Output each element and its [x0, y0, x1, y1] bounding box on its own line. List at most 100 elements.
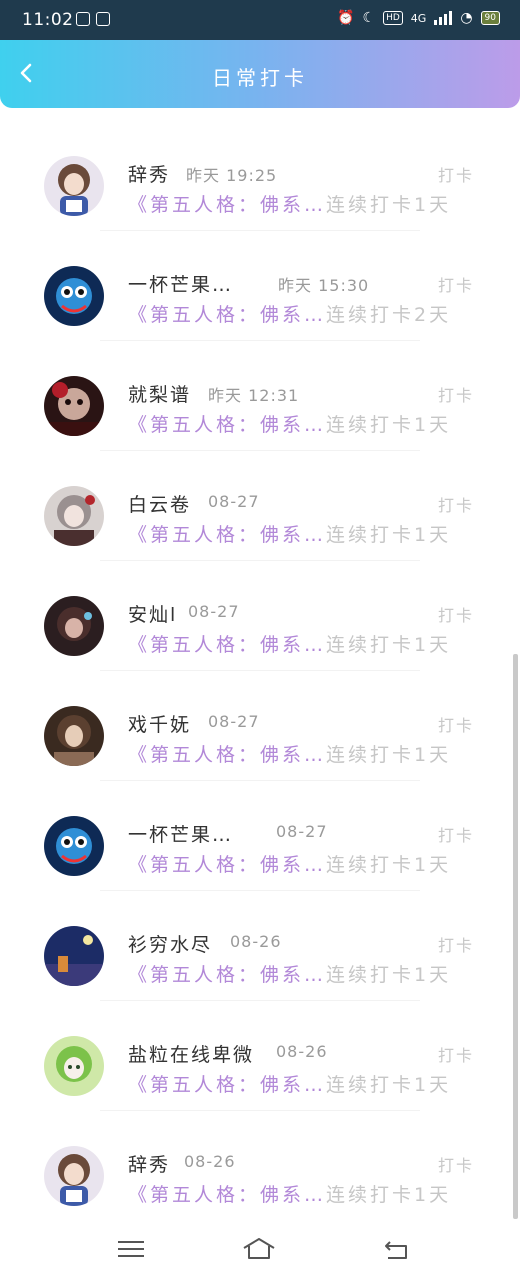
avatar[interactable]: [44, 156, 104, 216]
avatar[interactable]: [44, 486, 104, 546]
checkin-time: 08-26: [276, 1042, 328, 1061]
user-name: 辞秀: [128, 1154, 171, 1176]
checkin-detail: 《第五人格：佛系…连续打卡1天: [128, 850, 451, 877]
alarm-icon: ⏰: [337, 10, 355, 26]
list-item[interactable]: 衫穷水尽 08-26 打卡 《第五人格：佛系…连续打卡1天: [0, 894, 520, 1004]
book-title[interactable]: 《第五人格：佛系…: [128, 964, 326, 986]
avatar[interactable]: [44, 376, 104, 436]
checkin-tag: 打卡: [437, 826, 474, 845]
book-title[interactable]: 《第五人格：佛系…: [128, 524, 326, 546]
book-title[interactable]: 《第五人格：佛系…: [128, 634, 326, 656]
signal-icon: [434, 11, 453, 25]
hd-badge: HD: [383, 11, 403, 25]
checkin-tag: 打卡: [437, 386, 474, 405]
avatar[interactable]: [44, 706, 104, 766]
streak-text: 连续打卡1天: [326, 964, 452, 986]
status-indicators: ⏰ ☾ HD 4G ◔ 90: [337, 10, 500, 26]
home-icon[interactable]: [242, 1234, 276, 1264]
streak-text: 连续打卡1天: [326, 854, 452, 876]
streak-text: 连续打卡1天: [326, 634, 452, 656]
checkin-detail: 《第五人格：佛系…连续打卡1天: [128, 410, 451, 437]
checkin-time: 昨天 19:25: [186, 166, 278, 185]
checkin-time: 08-26: [184, 1152, 236, 1171]
list-item[interactable]: 安灿l 08-27 打卡 《第五人格：佛系…连续打卡1天: [0, 564, 520, 674]
system-nav-bar: [0, 1222, 520, 1280]
status-bar: 11:02 ⏰ ☾ HD 4G ◔ 90: [0, 0, 520, 40]
checkin-time: 08-27: [208, 712, 260, 731]
app-notification-icon: [76, 12, 90, 26]
streak-text: 连续打卡2天: [326, 304, 452, 326]
user-name: 辞秀: [128, 164, 171, 186]
checkin-detail: 《第五人格：佛系…连续打卡2天: [128, 300, 451, 327]
book-title[interactable]: 《第五人格：佛系…: [128, 1074, 326, 1096]
user-name: 衫穷水尽: [128, 934, 213, 956]
checkin-tag: 打卡: [437, 1046, 474, 1065]
divider: [100, 1000, 420, 1001]
checkin-detail: 《第五人格：佛系…连续打卡1天: [128, 630, 451, 657]
checkin-time: 昨天 12:31: [208, 386, 300, 405]
checkin-time: 08-26: [230, 932, 282, 951]
divider: [100, 230, 420, 231]
battery-icon: 90: [480, 11, 500, 25]
streak-text: 连续打卡1天: [326, 524, 452, 546]
list-item[interactable]: 一杯芒果… 08-27 打卡 《第五人格：佛系…连续打卡1天: [0, 784, 520, 894]
checkin-tag: 打卡: [437, 716, 474, 735]
list-item[interactable]: 一杯芒果… 昨天 15:30 打卡 《第五人格：佛系…连续打卡2天: [0, 234, 520, 344]
checkin-time: 08-27: [188, 602, 240, 621]
list-item[interactable]: 盐粒在线卑微 08-26 打卡 《第五人格：佛系…连续打卡1天: [0, 1004, 520, 1114]
list-item[interactable]: 戏千妩 08-27 打卡 《第五人格：佛系…连续打卡1天: [0, 674, 520, 784]
page-title: 日常打卡: [212, 66, 308, 90]
checkin-tag: 打卡: [437, 1156, 474, 1175]
checkin-time: 08-27: [208, 492, 260, 511]
avatar[interactable]: [44, 1036, 104, 1096]
avatar[interactable]: [44, 266, 104, 326]
divider: [100, 450, 420, 451]
checkin-detail: 《第五人格：佛系…连续打卡1天: [128, 740, 451, 767]
checkin-detail: 《第五人格：佛系…连续打卡1天: [128, 960, 451, 987]
streak-text: 连续打卡1天: [326, 414, 452, 436]
avatar[interactable]: [44, 1146, 104, 1206]
checkin-detail: 《第五人格：佛系…连续打卡1天: [128, 190, 451, 217]
network-label: 4G: [410, 11, 427, 25]
checkin-tag: 打卡: [437, 936, 474, 955]
list-item[interactable]: 辞秀 08-26 打卡 《第五人格：佛系…连续打卡1天: [0, 1114, 520, 1224]
back-nav-icon[interactable]: [380, 1234, 414, 1264]
book-title[interactable]: 《第五人格：佛系…: [128, 304, 326, 326]
streak-text: 连续打卡1天: [326, 1184, 452, 1206]
divider: [100, 560, 420, 561]
divider: [100, 340, 420, 341]
list-item[interactable]: 辞秀 昨天 19:25 打卡 《第五人格：佛系…连续打卡1天: [0, 124, 520, 234]
moon-icon: ☾: [362, 10, 376, 26]
streak-text: 连续打卡1天: [326, 744, 452, 766]
checkin-tag: 打卡: [437, 166, 474, 185]
avatar[interactable]: [44, 926, 104, 986]
status-time: 11:02: [22, 10, 74, 30]
avatar[interactable]: [44, 816, 104, 876]
paw-notification-icon: [96, 12, 110, 26]
avatar[interactable]: [44, 596, 104, 656]
list-item[interactable]: 就梨谱 昨天 12:31 打卡 《第五人格：佛系…连续打卡1天: [0, 344, 520, 454]
notification-icons: [76, 12, 110, 26]
divider: [100, 780, 420, 781]
menu-icon[interactable]: [114, 1234, 148, 1264]
divider: [100, 670, 420, 671]
list-item[interactable]: 白云卷 08-27 打卡 《第五人格：佛系…连续打卡1天: [0, 454, 520, 564]
user-name: 一杯芒果…: [128, 274, 234, 296]
book-title[interactable]: 《第五人格：佛系…: [128, 194, 326, 216]
user-name: 白云卷: [128, 494, 192, 516]
checkin-detail: 《第五人格：佛系…连续打卡1天: [128, 1180, 451, 1207]
user-name: 一杯芒果…: [128, 824, 234, 846]
wifi-icon: ◔: [460, 10, 473, 26]
streak-text: 连续打卡1天: [326, 194, 452, 216]
book-title[interactable]: 《第五人格：佛系…: [128, 744, 326, 766]
checkin-tag: 打卡: [437, 606, 474, 625]
checkin-time: 昨天 15:30: [278, 276, 370, 295]
book-title[interactable]: 《第五人格：佛系…: [128, 414, 326, 436]
scrollbar[interactable]: [513, 654, 518, 1219]
user-name: 安灿l: [128, 604, 178, 626]
user-name: 盐粒在线卑微: [128, 1044, 255, 1066]
checkin-list: 辞秀 昨天 19:25 打卡 《第五人格：佛系…连续打卡1天 一杯芒果… 昨天 …: [0, 124, 520, 1224]
user-name: 戏千妩: [128, 714, 192, 736]
book-title[interactable]: 《第五人格：佛系…: [128, 1184, 326, 1206]
book-title[interactable]: 《第五人格：佛系…: [128, 854, 326, 876]
